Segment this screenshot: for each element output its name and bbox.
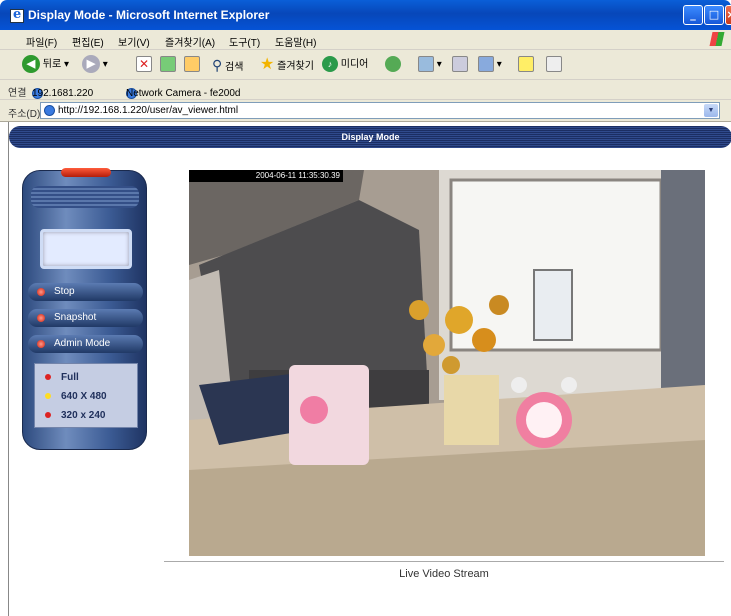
panel-ridge — [31, 186, 139, 208]
media-label: 미디어 — [340, 59, 369, 70]
favorites-button[interactable]: ★ 즐겨찾기 — [260, 55, 314, 75]
search-icon: ⚲ — [212, 57, 223, 73]
media-button[interactable]: ♪ 미디어 — [322, 55, 368, 75]
maximize-button[interactable]: □ — [704, 5, 724, 25]
red-bullet-icon — [45, 412, 51, 419]
red-dot-icon — [37, 340, 45, 348]
menu-edit[interactable]: 편집(E) — [72, 34, 104, 49]
ie-page-icon — [44, 105, 55, 116]
discuss-button[interactable] — [518, 55, 534, 75]
ie-app-icon — [10, 7, 24, 23]
status-display — [40, 229, 132, 269]
red-dot-icon — [37, 314, 45, 322]
resolution-full-label: Full — [61, 372, 79, 383]
stop-load-button[interactable]: ✕ — [136, 55, 152, 75]
print-button[interactable] — [452, 55, 468, 75]
forward-button[interactable]: ▶ ▾ — [82, 55, 108, 75]
links-bar: 연결 192.1681.220 Network Camera - fe200d — [0, 80, 731, 100]
search-label: 검색 — [225, 62, 244, 73]
resolution-320[interactable]: 320 x 240 — [45, 410, 106, 421]
back-button[interactable]: ◀ 뒤로 ▾ — [22, 55, 69, 75]
edit-icon — [478, 56, 494, 73]
address-input[interactable]: http://192.168.1.220/user/av_viewer.html… — [40, 102, 720, 119]
snapshot-button[interactable]: Snapshot — [28, 309, 143, 327]
mail-icon — [418, 56, 434, 73]
windows-logo-icon — [709, 32, 725, 46]
star-icon: ★ — [260, 56, 275, 73]
search-button[interactable]: ⚲ 검색 — [212, 55, 243, 75]
red-dot-icon — [37, 288, 45, 296]
yellow-bullet-icon — [45, 393, 51, 400]
back-arrow-icon: ◀ — [22, 55, 40, 74]
address-bar: 주소(D) http://192.168.1.220/user/av_viewe… — [0, 100, 731, 122]
admin-mode-label: Admin Mode — [54, 338, 111, 349]
refresh-button[interactable] — [160, 55, 176, 75]
video-timestamp: 2004-06-11 11:35:30.39 — [189, 170, 343, 182]
back-label: 뒤로 — [42, 59, 62, 70]
link-network-camera-label: Network Camera - fe200d — [126, 88, 241, 99]
address-url: http://192.168.1.220/user/av_viewer.html — [58, 105, 239, 116]
messenger-button[interactable] — [546, 55, 562, 75]
favorites-label: 즐겨찾기 — [277, 61, 314, 72]
window-title: Display Mode - Microsoft Internet Explor… — [28, 8, 270, 22]
window-titlebar[interactable]: Display Mode - Microsoft Internet Explor… — [0, 0, 731, 30]
red-bullet-icon — [45, 374, 51, 381]
menu-tools[interactable]: 도구(T) — [229, 34, 260, 49]
link-192-label: 192.1681.220 — [32, 88, 94, 99]
resolution-box: Full 640 X 480 320 x 240 — [34, 363, 138, 428]
resolution-640-label: 640 X 480 — [61, 391, 107, 402]
links-label: 연결 — [8, 88, 27, 99]
standard-toolbar: ◀ 뒤로 ▾ ▶ ▾ ✕ ⚲ 검색 ★ 즐겨찾기 ♪ 미디어 ▾ ▾ — [0, 50, 731, 80]
control-panel: Stop Snapshot Admin Mode Full 640 X 480 … — [22, 168, 147, 450]
resolution-full[interactable]: Full — [45, 372, 79, 383]
video-caption: Live Video Stream — [399, 568, 489, 580]
stop-button[interactable]: Stop — [28, 283, 143, 301]
video-frame — [189, 170, 705, 556]
menu-file[interactable]: 파일(F) — [26, 34, 57, 49]
resolution-320-label: 320 x 240 — [61, 410, 106, 421]
address-dropdown-icon[interactable]: ▼ — [704, 104, 718, 117]
caption-divider — [164, 561, 724, 562]
menu-bar: 파일(F) 편집(E) 보기(V) 즐겨찾기(A) 도구(T) 도움말(H) — [0, 30, 731, 50]
edit-button[interactable]: ▾ — [478, 55, 502, 75]
stop-label: Stop — [54, 286, 75, 297]
live-video: 2004-06-11 11:35:30.39 — [189, 170, 705, 556]
page-content: Display Mode Stop Snapshot Admin Mode Fu… — [8, 122, 731, 616]
note-icon — [518, 56, 534, 73]
panel-indicator — [61, 168, 111, 177]
refresh-icon — [160, 56, 176, 73]
history-icon — [385, 56, 401, 73]
page-banner: Display Mode — [9, 126, 731, 148]
media-icon: ♪ — [322, 56, 338, 73]
menu-help[interactable]: 도움말(H) — [275, 34, 316, 49]
home-icon — [184, 56, 200, 73]
address-label: 주소(D) — [8, 109, 41, 120]
admin-mode-button[interactable]: Admin Mode — [28, 335, 143, 353]
menu-favorites[interactable]: 즐겨찾기(A) — [165, 34, 215, 49]
resolution-640[interactable]: 640 X 480 — [45, 391, 107, 402]
mail-button[interactable]: ▾ — [418, 55, 442, 75]
close-button[interactable]: × — [725, 5, 731, 25]
menu-view[interactable]: 보기(V) — [118, 34, 150, 49]
snapshot-label: Snapshot — [54, 312, 97, 323]
printer-icon — [452, 56, 468, 73]
stop-x-icon: ✕ — [136, 56, 152, 73]
history-button[interactable] — [385, 55, 401, 75]
minimize-button[interactable]: _ — [683, 5, 703, 25]
messenger-icon — [546, 56, 562, 73]
forward-arrow-icon: ▶ — [82, 55, 100, 74]
home-button[interactable] — [184, 55, 200, 75]
